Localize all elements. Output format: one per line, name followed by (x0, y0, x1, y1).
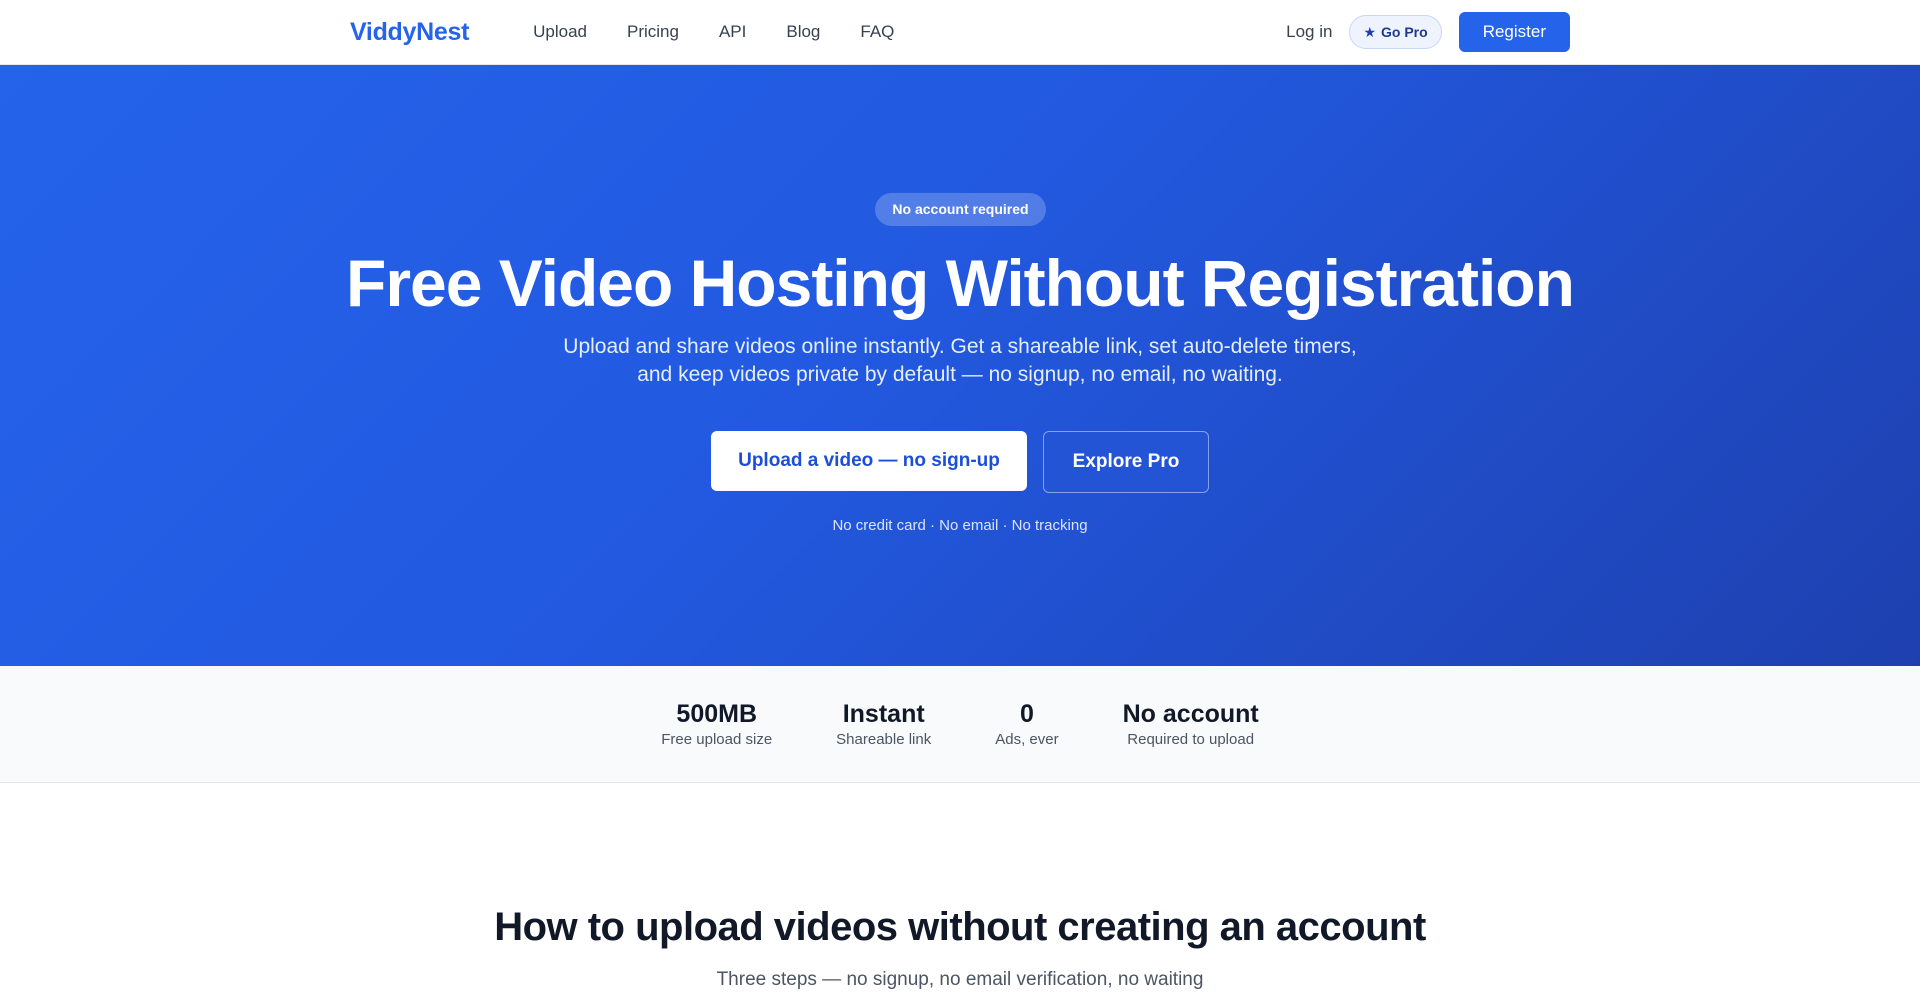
hero-cta-group: Upload a video — no sign-up Explore Pro (0, 431, 1920, 493)
hero-title: Free Video Hosting Without Registration (346, 246, 1575, 320)
no-account-badge: No account required (875, 193, 1046, 226)
explore-pro-button[interactable]: Explore Pro (1043, 431, 1209, 493)
stat-ads: 0 Ads, ever (995, 699, 1058, 748)
nav-link-blog[interactable]: Blog (786, 22, 820, 42)
nav-link-faq[interactable]: FAQ (860, 22, 894, 42)
stats-bar: 500MB Free upload size Instant Shareable… (0, 666, 1920, 783)
nav-link-upload[interactable]: Upload (533, 22, 587, 42)
register-button[interactable]: Register (1458, 12, 1570, 52)
stat-label: Free upload size (661, 731, 773, 748)
top-navbar: ViddyNest Upload Pricing API Blog FAQ Lo… (0, 0, 1920, 65)
stat-value: No account (1122, 700, 1259, 728)
navbar-inner: ViddyNest Upload Pricing API Blog FAQ Lo… (350, 0, 1570, 64)
nav-link-pricing[interactable]: Pricing (627, 22, 679, 42)
howto-subtitle: Three steps — no signup, no email verifi… (716, 969, 1204, 990)
go-pro-label: Go Pro (1381, 24, 1428, 40)
howto-title: How to upload videos without creating an… (494, 905, 1426, 949)
stat-label: Shareable link (836, 731, 932, 748)
main-nav: Upload Pricing API Blog FAQ (533, 22, 894, 42)
hero-subtitle: Upload and share videos online instantly… (563, 335, 1357, 386)
stat-value: 500MB (676, 700, 758, 728)
login-link[interactable]: Log in (1286, 22, 1332, 42)
stat-label: Ads, ever (995, 731, 1059, 748)
stat-no-account: No account Required to upload (1123, 699, 1259, 748)
upload-video-button[interactable]: Upload a video — no sign-up (711, 431, 1027, 491)
nav-link-api[interactable]: API (719, 22, 746, 42)
stat-upload-size: 500MB Free upload size (661, 699, 772, 748)
go-pro-button[interactable]: ★ Go Pro (1349, 15, 1442, 49)
stat-value: Instant (842, 700, 925, 728)
stat-shareable-link: Instant Shareable link (836, 699, 931, 748)
hero-section: No account required Free Video Hosting W… (0, 65, 1920, 666)
star-icon: ★ (1363, 23, 1377, 40)
site-logo[interactable]: ViddyNest (350, 18, 469, 47)
nav-actions: Log in ★ Go Pro Register (1286, 12, 1570, 52)
stat-label: Required to upload (1127, 731, 1255, 748)
hero-note: No credit card · No email · No tracking (832, 517, 1088, 534)
stat-value: 0 (1019, 700, 1034, 728)
